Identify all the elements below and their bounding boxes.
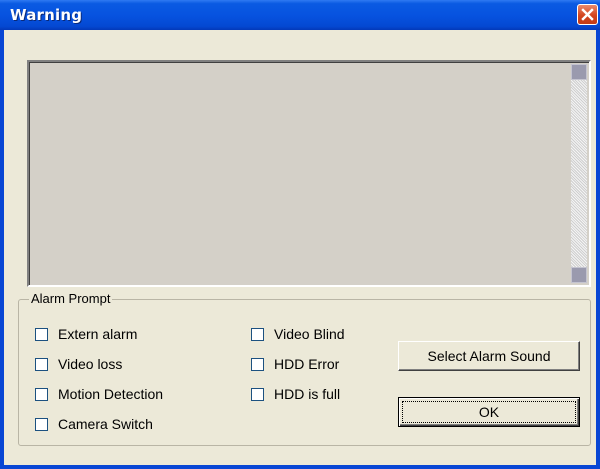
- checkbox-box[interactable]: [251, 357, 264, 371]
- checkbox-label: HDD Error: [274, 356, 340, 372]
- warning-dialog: Warning Alarm Prompt Extern alarm Video …: [0, 0, 600, 469]
- checkbox-box[interactable]: [35, 387, 48, 401]
- vertical-scrollbar[interactable]: [571, 64, 587, 283]
- alarm-log-list-body: [29, 62, 589, 285]
- checkbox-label: Video loss: [58, 356, 123, 372]
- checkbox-label: Camera Switch: [58, 416, 153, 432]
- checkbox-camera-switch[interactable]: Camera Switch: [35, 415, 153, 433]
- title-bar[interactable]: Warning: [0, 0, 600, 30]
- checkbox-label: Video Blind: [274, 326, 345, 342]
- alarm-prompt-label: Alarm Prompt: [29, 291, 113, 306]
- ok-button-label: OK: [402, 401, 576, 423]
- checkbox-video-blind[interactable]: Video Blind: [251, 325, 345, 343]
- checkbox-box[interactable]: [35, 327, 48, 341]
- close-x-icon: [581, 8, 594, 21]
- scroll-up-icon[interactable]: [571, 64, 587, 80]
- select-alarm-sound-button[interactable]: Select Alarm Sound: [398, 341, 580, 371]
- alarm-log-list[interactable]: [27, 60, 591, 287]
- checkbox-video-loss[interactable]: Video loss: [35, 355, 122, 373]
- checkbox-label: HDD is full: [274, 386, 341, 402]
- checkbox-label: Motion Detection: [58, 386, 164, 402]
- checkbox-extern-alarm[interactable]: Extern alarm: [35, 325, 137, 343]
- checkbox-motion-detection[interactable]: Motion Detection: [35, 385, 163, 403]
- checkbox-label: Extern alarm: [58, 326, 138, 342]
- scroll-down-icon[interactable]: [571, 267, 587, 283]
- checkbox-box[interactable]: [251, 327, 264, 341]
- checkbox-box[interactable]: [35, 417, 48, 431]
- close-button[interactable]: [577, 4, 598, 25]
- checkbox-box[interactable]: [251, 387, 264, 401]
- ok-button[interactable]: OK: [398, 397, 580, 427]
- checkbox-box[interactable]: [35, 357, 48, 371]
- checkbox-hdd-error[interactable]: HDD Error: [251, 355, 339, 373]
- checkbox-hdd-is-full[interactable]: HDD is full: [251, 385, 340, 403]
- window-title: Warning: [10, 6, 83, 24]
